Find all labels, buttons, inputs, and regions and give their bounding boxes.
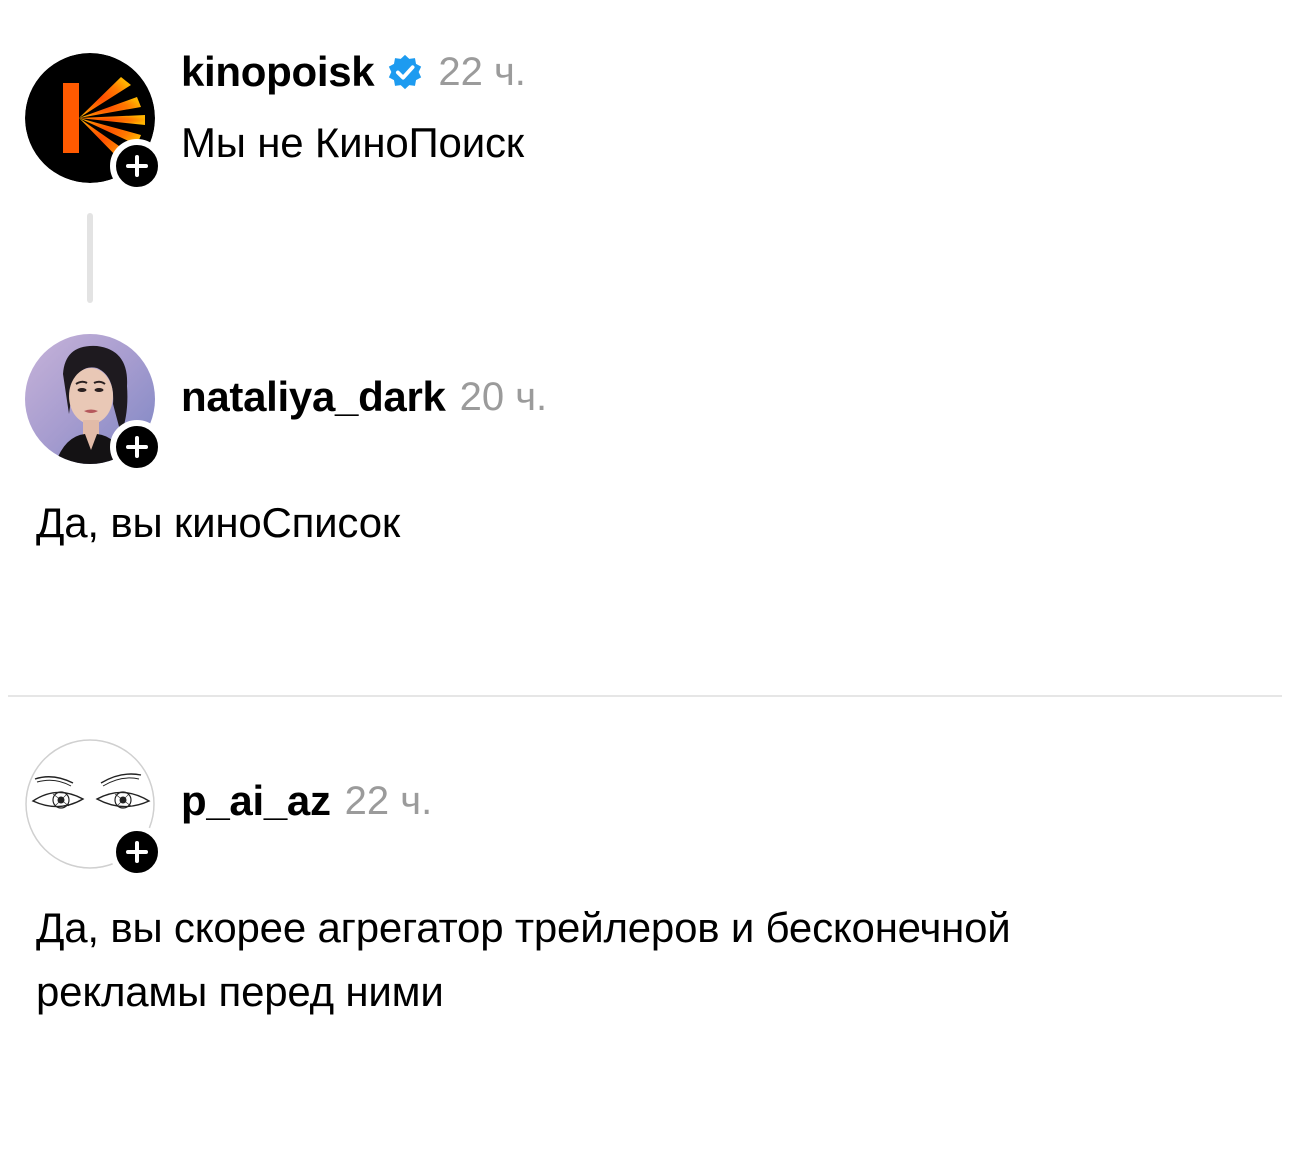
- plus-icon: [126, 155, 148, 177]
- username[interactable]: kinopoisk: [181, 48, 375, 96]
- follow-button[interactable]: [110, 139, 164, 193]
- follow-button[interactable]: [110, 420, 164, 474]
- post-text-line: Да, вы скорее агрегатор трейлеров и беск…: [36, 904, 1011, 951]
- post-text-line: рекламы перед ними: [36, 968, 444, 1015]
- post-nataliya-dark[interactable]: nataliya_dark 20 ч. Да, вы киноСписок: [0, 320, 1290, 690]
- post-header: p_ai_az 22 ч.: [181, 777, 432, 825]
- thread-line: [87, 213, 93, 303]
- verified-badge-icon: [386, 53, 424, 91]
- post-header: kinopoisk 22 ч.: [181, 48, 526, 96]
- username[interactable]: p_ai_az: [181, 777, 331, 825]
- post-kinopoisk[interactable]: kinopoisk 22 ч. Мы не КиноПоиск: [0, 0, 1290, 320]
- post-text: Да, вы киноСписок: [36, 499, 401, 546]
- username[interactable]: nataliya_dark: [181, 373, 446, 421]
- post-text: Да, вы скорее агрегатор трейлеров и беск…: [36, 896, 1011, 1024]
- post-text: Мы не КиноПоиск: [181, 119, 524, 166]
- post-time: 22 ч.: [344, 778, 433, 823]
- post-time: 22 ч.: [438, 49, 526, 94]
- plus-icon: [126, 841, 148, 863]
- post-p-ai-az[interactable]: p_ai_az 22 ч. Да, вы скорее агрегатор тр…: [0, 697, 1290, 1154]
- follow-button[interactable]: [110, 825, 164, 879]
- plus-icon: [126, 436, 148, 458]
- threads-feed: kinopoisk 22 ч. Мы не КиноПоиск nataliya…: [0, 0, 1290, 1154]
- post-header: nataliya_dark 20 ч.: [181, 373, 547, 421]
- post-time: 20 ч.: [459, 374, 548, 419]
